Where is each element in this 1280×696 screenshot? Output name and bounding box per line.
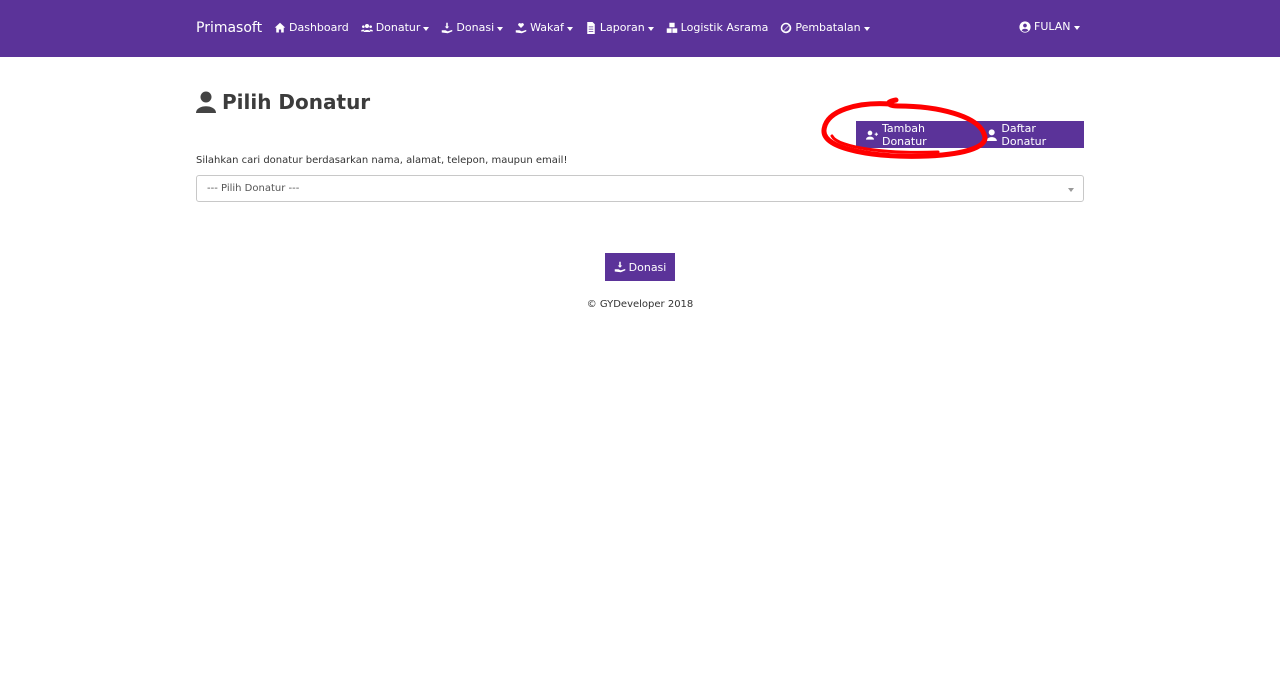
donasi-button-label: Donasi (628, 260, 667, 274)
tambah-donatur-label: Tambah Donatur (881, 121, 927, 148)
nav-laporan-label: Laporan (599, 21, 645, 34)
tambah-donatur-button[interactable]: Tambah Donatur (856, 121, 976, 148)
daftar-donatur-button[interactable]: Daftar Donatur (976, 121, 1084, 148)
ban-icon (781, 22, 792, 34)
nav-logistik-asrama[interactable]: Logistik Asrama (666, 20, 769, 36)
user-menu-label: FULAN (1034, 20, 1071, 33)
main-nav: Dashboard Donatur Donasi Wakaf Laporan L… (274, 19, 882, 37)
nav-donasi[interactable]: Donasi (441, 20, 504, 36)
hand-coin-icon (614, 261, 625, 273)
nav-pembatalan-label: Pembatalan (795, 21, 861, 34)
chevron-down-icon (497, 26, 504, 31)
donasi-button[interactable]: Donasi (605, 253, 675, 281)
top-navbar: Primasoft Dashboard Donatur Donasi Wakaf… (0, 0, 1280, 57)
nav-laporan[interactable]: Laporan (585, 20, 654, 36)
page-title-text: Pilih Donatur (222, 90, 371, 114)
nav-wakaf-label: Wakaf (530, 21, 564, 34)
chevron-down-icon (423, 26, 430, 31)
donatur-select[interactable]: --- Pilih Donatur --- (196, 175, 1084, 202)
brand-link[interactable]: Primasoft (196, 18, 262, 38)
boxes-icon (666, 22, 677, 33)
file-icon (587, 22, 595, 34)
footer-copyright: © GYDeveloper 2018 (586, 299, 694, 310)
donatur-select-value: --- Pilih Donatur --- (207, 183, 300, 194)
search-hint: Silahkan cari donatur berdasarkan nama, … (196, 155, 568, 166)
chevron-down-icon (863, 26, 870, 31)
chevron-down-icon (1068, 188, 1074, 192)
nav-dashboard-label: Dashboard (289, 21, 349, 34)
home-icon (274, 22, 286, 33)
page-title: Pilih Donatur (196, 88, 370, 116)
nav-donatur[interactable]: Donatur (360, 20, 430, 36)
hand-coin-icon (442, 22, 453, 34)
hand-heart-icon (515, 23, 527, 34)
nav-pembatalan[interactable]: Pembatalan (780, 20, 870, 36)
donatur-button-group: Tambah Donatur Daftar Donatur (856, 121, 1084, 148)
chevron-down-icon (1073, 25, 1080, 30)
user-menu[interactable]: FULAN (1019, 19, 1080, 35)
nav-donasi-label: Donasi (456, 21, 495, 34)
user-icon (196, 91, 216, 113)
user-circle-icon (1019, 21, 1031, 33)
nav-donatur-label: Donatur (375, 21, 421, 34)
nav-logistik-asrama-label: Logistik Asrama (680, 21, 769, 34)
daftar-donatur-label: Daftar Donatur (1001, 121, 1047, 148)
users-icon (360, 24, 373, 32)
nav-dashboard[interactable]: Dashboard (274, 20, 349, 36)
nav-wakaf[interactable]: Wakaf (515, 20, 573, 36)
user-icon (986, 128, 997, 141)
chevron-down-icon (647, 26, 654, 31)
chevron-down-icon (566, 26, 573, 31)
user-plus-icon (866, 130, 878, 140)
